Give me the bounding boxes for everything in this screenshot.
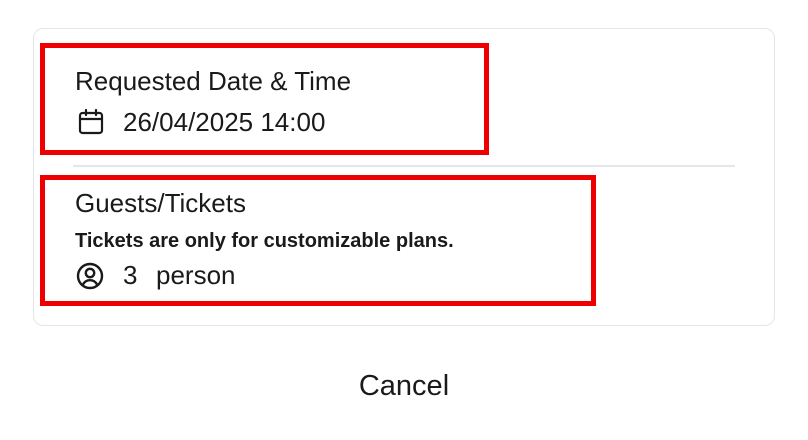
tickets-note: Tickets are only for customizable plans. [75,230,454,252]
cancel-button[interactable]: Cancel [304,362,504,410]
user-circle-icon [76,262,104,290]
guest-count: 3 [123,260,138,290]
guests-tickets-label: Guests/Tickets [75,188,246,218]
reservation-summary-page: Requested Date & Time 26/04/2025 14:00 G… [0,0,808,440]
calendar-icon [77,108,105,136]
requested-datetime-section [40,43,489,155]
guest-unit: person [156,260,236,290]
section-divider [73,165,735,167]
requested-datetime-label: Requested Date & Time [75,66,352,96]
requested-datetime-value: 26/04/2025 14:00 [123,107,326,137]
